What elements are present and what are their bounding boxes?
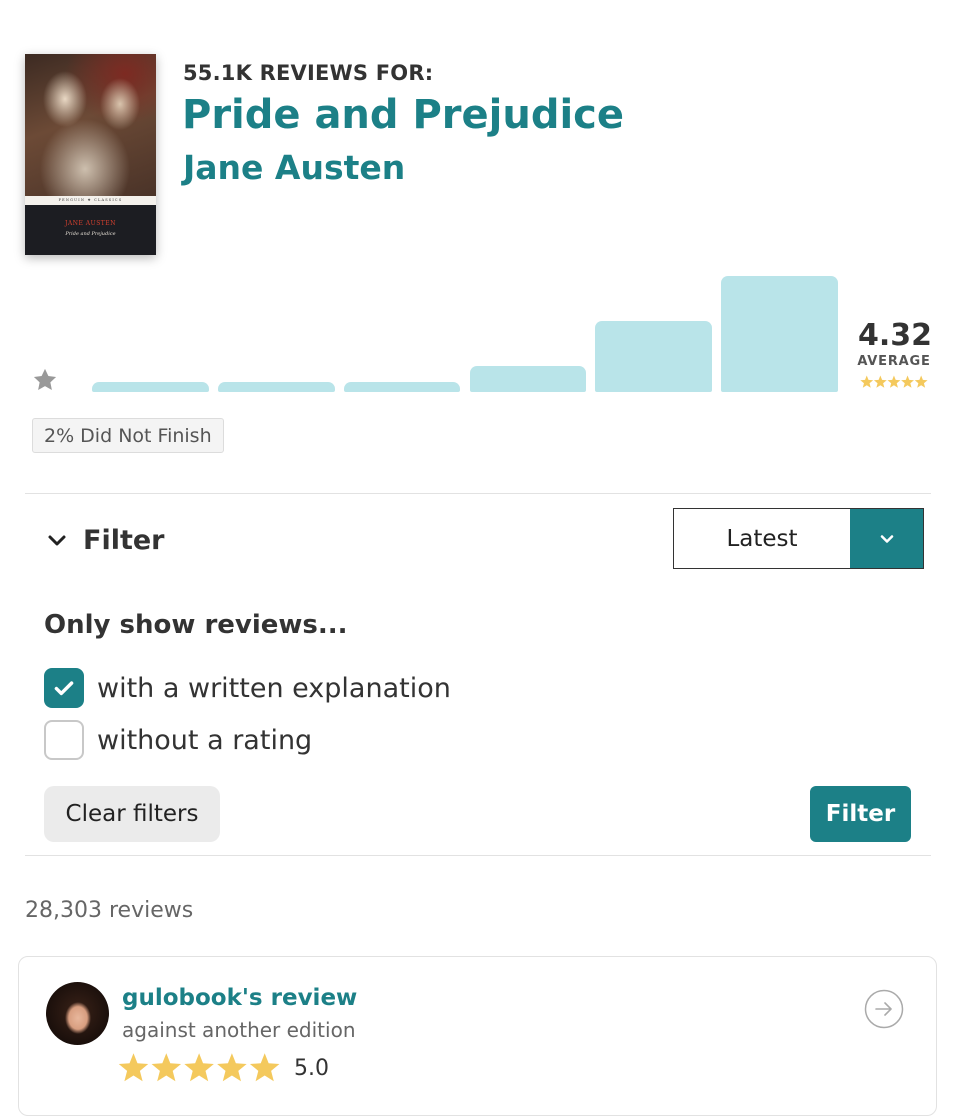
reviewer-name-link[interactable]: gulobook's review (122, 985, 357, 1011)
arrow-right-circle-icon[interactable] (864, 989, 904, 1029)
review-count: 28,303 reviews (25, 898, 194, 923)
sort-dropdown-button[interactable] (850, 509, 923, 568)
filter-option-without-rating[interactable]: without a rating (44, 720, 312, 760)
star-icon (151, 1053, 182, 1082)
star-icon (873, 375, 887, 388)
star-icon (860, 375, 874, 388)
rating-bar-1[interactable] (92, 382, 209, 392)
review-card[interactable]: gulobook's review against another editio… (18, 956, 937, 1116)
star-icon (901, 375, 914, 388)
cover-title: Pride and Prejudice (65, 231, 116, 237)
rating-bar-5[interactable] (595, 321, 713, 392)
filter-toggle[interactable]: Filter (45, 520, 165, 560)
divider (25, 493, 931, 494)
sort-select-value: Latest (726, 525, 798, 552)
reviews-for-label: 55.1K REVIEWS FOR: (183, 61, 434, 85)
star-icon (33, 368, 57, 391)
filter-option-label: without a rating (97, 724, 313, 756)
book-cover[interactable]: PENGUIN ❖ CLASSICS JANE AUSTEN Pride and… (25, 54, 156, 255)
rating-bar-2[interactable] (217, 382, 335, 392)
average-label: AVERAGE (857, 354, 931, 369)
star-icon (217, 1053, 247, 1082)
checkmark-icon (54, 681, 74, 696)
checkbox-checked[interactable] (44, 668, 84, 708)
review-rating-value: 5.0 (294, 1056, 329, 1081)
filter-option-written-explanation[interactable]: with a written explanation (44, 668, 451, 708)
star-icon (184, 1053, 214, 1082)
checkbox-unchecked[interactable] (44, 720, 84, 760)
apply-filter-button[interactable]: Filter (810, 786, 911, 842)
star-icon (118, 1053, 149, 1082)
star-icon (249, 1053, 280, 1082)
filter-toggle-label: Filter (83, 524, 165, 556)
rating-bar-3[interactable] (343, 382, 461, 392)
chevron-down-icon (48, 535, 66, 546)
book-title[interactable]: Pride and Prejudice (182, 92, 624, 138)
star-icon (887, 375, 901, 388)
rating-bar-4[interactable] (469, 366, 587, 392)
clear-filters-button[interactable]: Clear filters (44, 786, 220, 842)
chevron-down-icon (880, 534, 893, 543)
cover-publisher-band: PENGUIN ❖ CLASSICS (25, 196, 156, 205)
filter-heading: Only show reviews... (44, 610, 348, 640)
filter-option-label: with a written explanation (97, 672, 451, 704)
review-edition-note: against another edition (122, 1018, 356, 1042)
divider (25, 855, 931, 856)
review-stars-icon (118, 1053, 280, 1082)
average-rating: 4.32 (858, 318, 933, 353)
book-author[interactable]: Jane Austen (183, 148, 405, 187)
star-icon (914, 375, 928, 388)
avatar[interactable] (46, 982, 109, 1045)
average-stars-icon (860, 375, 928, 388)
sort-select[interactable]: Latest (673, 508, 924, 569)
cover-artwork (25, 54, 156, 196)
rating-distribution-chart (92, 270, 838, 392)
cover-author: JANE AUSTEN (65, 220, 116, 227)
did-not-finish-badge[interactable]: 2% Did Not Finish (32, 418, 224, 453)
rating-bar-6[interactable] (721, 276, 838, 392)
